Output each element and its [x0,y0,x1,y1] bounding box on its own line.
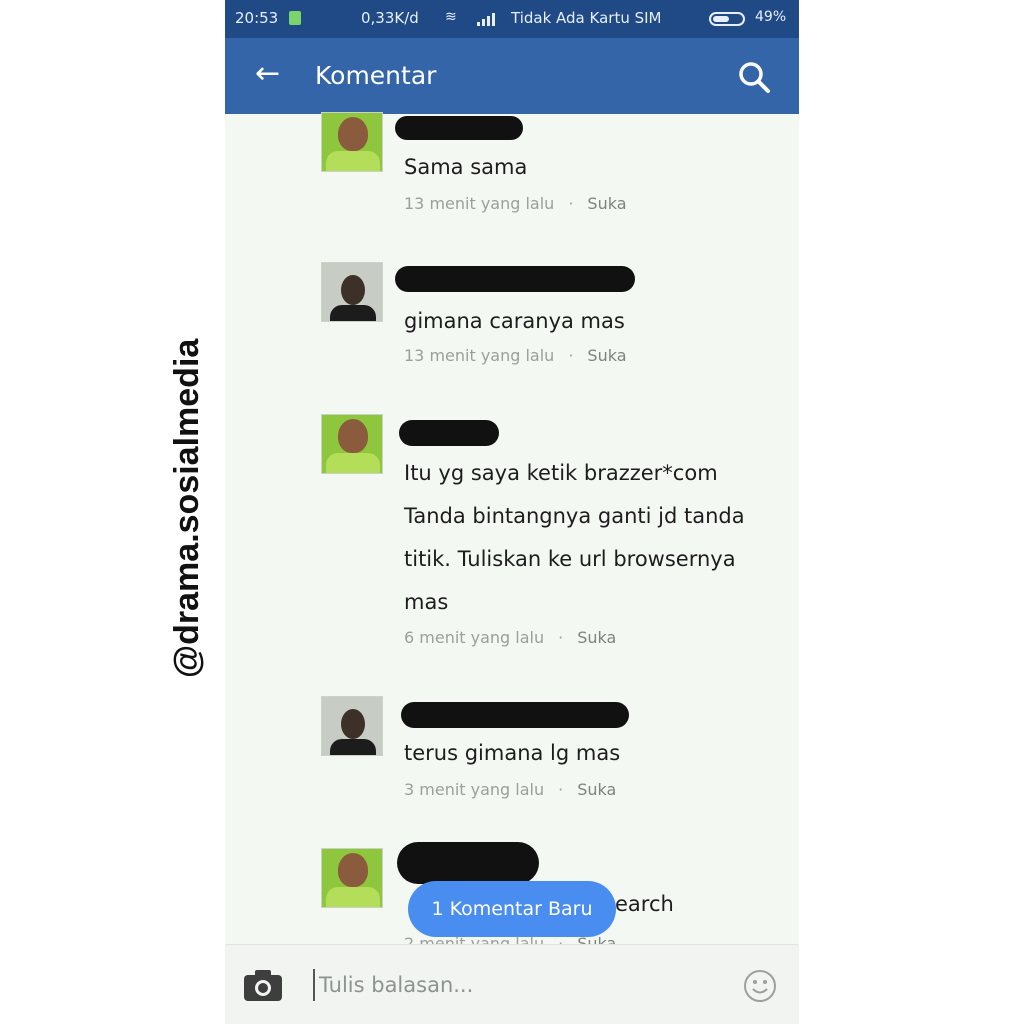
comment-meta: 6 menit yang lalu · Suka [404,628,617,647]
camera-icon[interactable] [243,968,283,1002]
status-bar: 20:53 0,33K/d ≋ Tidak Ada Kartu SIM 49% [225,0,799,38]
comment-time: 13 menit yang lalu [404,194,555,213]
comment-meta: 13 menit yang lalu · Suka [404,194,627,213]
new-comment-button[interactable]: 1 Komentar Baru [408,881,616,937]
comment-text: gimana caranya mas [404,309,625,333]
wifi-icon: ≋ [445,9,457,25]
notification-icon [289,11,301,25]
like-button[interactable]: Suka [587,194,626,213]
battery-percent: 49% [755,9,787,25]
comment-text: terus gimana lg mas [404,741,621,765]
page-title: Komentar [315,61,437,90]
comment-meta: 13 menit yang lalu · Suka [404,346,627,365]
search-icon[interactable] [737,60,771,94]
arrow-left-icon[interactable]: ← [255,58,280,90]
like-button[interactable]: Suka [577,628,616,647]
app-bar: ← Komentar [225,38,799,114]
phone-screen: 20:53 0,33K/d ≋ Tidak Ada Kartu SIM 49% … [225,0,799,1024]
comment-time: 6 menit yang lalu [404,628,545,647]
avatar[interactable] [321,848,383,908]
redacted-name [399,420,499,446]
comment-time: 3 menit yang lalu [404,780,545,799]
avatar[interactable] [321,112,383,172]
status-time: 20:53 [235,9,279,27]
comment-text: Sama sama [404,155,528,179]
comment-meta: 3 menit yang lalu · Suka [404,780,617,799]
avatar[interactable] [321,414,383,474]
like-button[interactable]: Suka [577,780,616,799]
comment-text: earch [615,892,674,916]
comment-text: Itu yg saya ketik brazzer*com Tanda bint… [404,461,745,614]
comment-time: 13 menit yang lalu [404,346,555,365]
signal-icon [477,12,495,26]
redacted-name [401,702,629,728]
redacted-name [395,266,635,292]
avatar[interactable] [321,262,383,322]
smile-icon[interactable] [743,969,777,1003]
redacted-name [395,116,523,140]
redacted-name [397,842,539,884]
like-button[interactable]: Suka [587,346,626,365]
reply-input[interactable]: Tulis balasan... [313,969,659,1001]
avatar[interactable] [321,696,383,756]
carrier-text: Tidak Ada Kartu SIM [511,9,662,27]
comment-list: Sama sama 13 menit yang lalu · Suka gimana… [225,112,799,953]
watermark: @drama.sosialmedia [168,338,206,678]
network-speed: 0,33K/d [361,9,419,27]
reply-bar: Tulis balasan... [225,944,799,1024]
battery-icon [709,12,745,26]
